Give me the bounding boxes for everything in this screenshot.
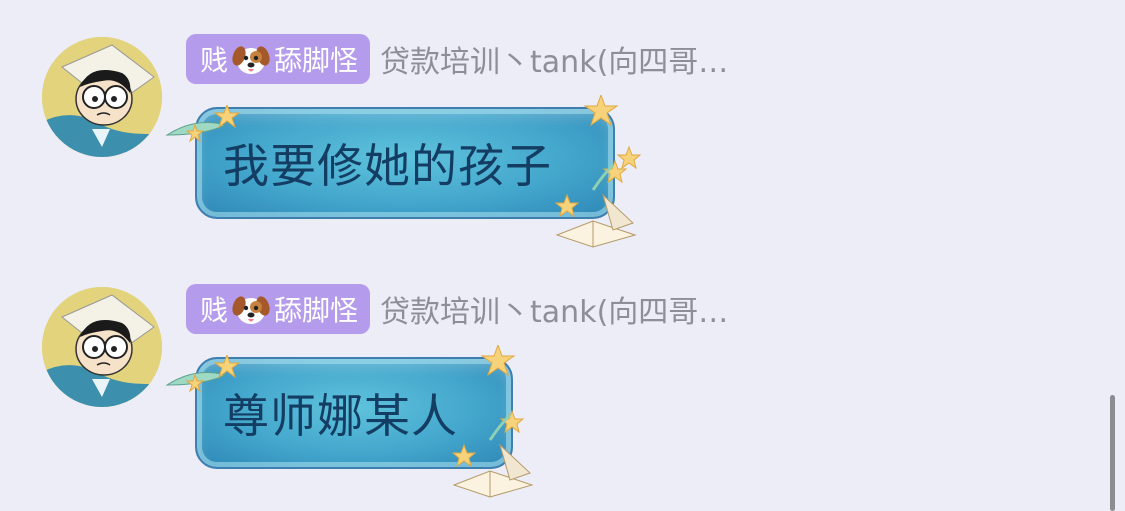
- title-suffix: 舔脚怪: [274, 44, 359, 77]
- title-badge[interactable]: 贱 舔脚怪: [186, 284, 371, 334]
- avatar[interactable]: [42, 37, 162, 157]
- avatar-cartoon-icon: [42, 287, 162, 407]
- chat-message: 贱 舔脚怪 贷款培训丶tank(向四哥… 我要修她的孩子: [0, 0, 1100, 248]
- feather-star-decoration-icon: [165, 105, 241, 143]
- book-star-decoration-icon: [554, 95, 642, 248]
- title-prefix: 贱: [200, 294, 229, 327]
- chat-message: 贱 舔脚怪 贷款培训丶tank(向四哥… 尊师娜某人: [0, 250, 1100, 498]
- sender-row: 贱 舔脚怪 贷款培训丶tank(向四哥…: [186, 33, 728, 85]
- sender-name[interactable]: 贷款培训丶tank(向四哥…: [380, 37, 728, 81]
- sender-name[interactable]: 贷款培训丶tank(向四哥…: [380, 287, 728, 331]
- message-text: 我要修她的孩子: [223, 139, 552, 193]
- avatar[interactable]: [42, 287, 162, 407]
- dog-face-icon: [232, 40, 270, 78]
- title-prefix: 贱: [200, 44, 229, 77]
- message-bubble[interactable]: 我要修她的孩子: [195, 107, 615, 219]
- sender-row: 贱 舔脚怪 贷款培训丶tank(向四哥…: [186, 283, 728, 335]
- book-star-decoration-icon: [451, 345, 534, 498]
- dog-face-icon: [232, 290, 270, 328]
- scrollbar[interactable]: [1110, 395, 1115, 511]
- message-text: 尊师娜某人: [223, 389, 458, 443]
- avatar-cartoon-icon: [42, 37, 162, 157]
- feather-star-decoration-icon: [165, 355, 241, 393]
- title-suffix: 舔脚怪: [274, 294, 359, 327]
- title-badge[interactable]: 贱 舔脚怪: [186, 34, 371, 84]
